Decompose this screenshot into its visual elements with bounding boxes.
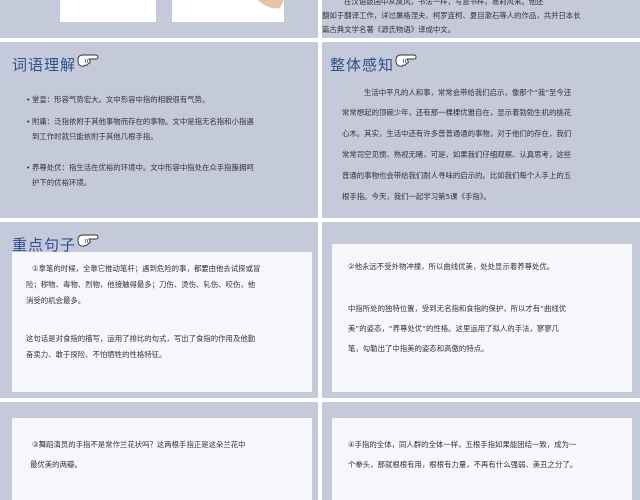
vocab-item-fuyong-line-1: 附庸：泛指依附于其他事物而存在的事物。文中是指无名指和小指遇 — [32, 117, 254, 126]
key-sentences-panel-3: ③舞蹈演员的手指不是常作兰花状吗？这两根手指正是这朵兰花中 最优美的两瓣。 — [0, 402, 318, 500]
vocab-title: 词语理解 — [12, 56, 77, 74]
card1-analysis-line-2: 奋卖力、敢于探险、不怕牺牲的性格特征。 — [26, 350, 167, 359]
overview-title: 整体感知 — [330, 56, 395, 74]
bullet-dot: • — [26, 117, 31, 126]
hand-photo-left — [60, 0, 156, 22]
bio-line-1: 在汉语鼓国中从戾风，书法一样，写意书样，易莉风来。他还 — [344, 0, 544, 6]
bio-line-2: 翻如于翻译工作，详过屠格涅夫、柯罗连柯、夏目漱石等人的作品，共并日本长 — [322, 11, 581, 20]
vocab-item-yangzun-line-1: 养尊处优：指生活在优裕的环境中。文中形容中指处在众手指簇拥呵 — [32, 163, 254, 172]
overview-line-4: 常常司空见惯、熟视无睹，可是，如果我们仔细观察、认真思考，这些 — [342, 150, 572, 159]
key-sentence-card-2: ②他永远不受外物冲撞，所以曲线优美，处处显示着养尊处优。 中指所处的独特位置，受… — [332, 244, 632, 392]
card1-line-3: 消受的机会最多。 — [26, 296, 86, 305]
hand-photo-right — [172, 0, 284, 22]
card2-line-1: ②他永远不受外物冲撞，所以曲线优美，处处显示着养尊处优。 — [348, 262, 555, 271]
card3-line-2: 最优美的两瓣。 — [30, 460, 82, 469]
bullet-dot: • — [26, 163, 31, 172]
overview-line-1: 生活中平凡的人和事，常常会带给我们启示，像那个“我”至今还 — [364, 88, 572, 97]
bio-line-3: 篇古典文学名著《源氏物语》译成中文。 — [322, 25, 456, 34]
key-sentence-card-4: ④手指的全体，同人群的全体一样，五根手指如果能团结一致，成为一 个拳头，那就根根… — [332, 418, 632, 500]
card1-line-1: ①拿笔的时候，全靠它推动笔杆；遇到危险的事，都要由他去试探或冒 — [32, 264, 261, 273]
hand-photo-illustration — [258, 0, 284, 9]
overview-line-6: 根手指。今天，我们一起学习第5课《手指》。 — [342, 192, 491, 201]
key-sentences-panel-4: ④手指的全体，同人群的全体一样，五根手指如果能团结一致，成为一 个拳头，那就根根… — [322, 402, 640, 500]
overview-panel: 整体感知 生活中平凡的人和事，常常会带给我们启示，像那个“我”至今还 常常想起的… — [322, 42, 640, 218]
overview-line-5: 普通的事物也会带给我们耐人寻味的启示的。比如我们每个人手上的五 — [342, 171, 572, 180]
card1-line-2: 险；秽物、毒物、烈物，他接触得最多；刀伤、烫伤、轧伤、咬伤，他 — [26, 280, 256, 289]
card2-analysis-line-3: 笔，勾勒出了中指美的姿态和高傲的特点。 — [348, 344, 489, 353]
key-sentences-panel-1: 重点句子 ①拿笔的时候，全靠它推动笔杆；遇到危险的事，都要由他去试探或冒 险；秽… — [0, 222, 318, 398]
card2-analysis-line-1: 中指所处的独特位置，受到无名指和食指的保护，所以才有“曲线优 — [348, 304, 567, 313]
key-sentences-panel-2: ②他永远不受外物冲撞，所以曲线优美，处处显示着养尊处优。 中指所处的独特位置，受… — [322, 222, 640, 398]
top-left-panel — [0, 0, 318, 38]
overview-line-2: 常常想起的顶碗少年，还有那一棵棵优雅自在，显示着勃勃生机的桃花 — [342, 108, 572, 117]
key-sentence-card-1: ①拿笔的时候，全靠它推动笔杆；遇到危险的事，都要由他去试探或冒 险；秽物、毒物、… — [12, 252, 312, 392]
bullet-dot: • — [26, 95, 31, 104]
vocab-panel: 词语理解 • 堂皇：形容气势宏大。文中形容中指的相貌很有气势。 • 附庸：泛指依… — [0, 42, 318, 218]
pointing-hand-icon — [77, 234, 99, 247]
top-right-panel: 在汉语鼓国中从戾风，书法一样，写意书样，易莉风来。他还 翻如于翻译工作，详过屠格… — [322, 0, 640, 38]
key-sentence-card-3: ③舞蹈演员的手指不是常作兰花状吗？这两根手指正是这朵兰花中 最优美的两瓣。 — [12, 418, 312, 500]
card1-analysis-line-1: 这句话是对食指的描写，运用了排比的句式，写出了食指的作用及他勤 — [26, 334, 256, 343]
vocab-item-tanghuang: 堂皇：形容气势宏大。文中形容中指的相貌很有气势。 — [32, 95, 210, 104]
pointing-hand-icon — [395, 54, 417, 67]
vocab-item-yangzun-line-2: 护下的优裕环境。 — [32, 178, 92, 187]
card3-line-1: ③舞蹈演员的手指不是常作兰花状吗？这两根手指正是这朵兰花中 — [32, 440, 246, 449]
pointing-hand-icon — [77, 54, 99, 67]
overview-line-3: 心木。其实，生活中还有许多普普通通的事物，对于他们的存在，我们 — [342, 129, 572, 138]
card4-line-1: ④手指的全体，同人群的全体一样，五根手指如果能团结一致，成为一 — [348, 440, 577, 449]
card4-line-2: 个拳头，那就根根有用，根根有力量，不再有什么强弱、美丑之分了。 — [348, 460, 578, 469]
vocab-item-fuyong-line-2: 到工作时就只能依附于其他几根手指。 — [32, 132, 158, 141]
card2-analysis-line-2: 美”的姿态，“养尊处优”的性格。这里运用了拟人的手法，寥寥几 — [348, 324, 560, 333]
